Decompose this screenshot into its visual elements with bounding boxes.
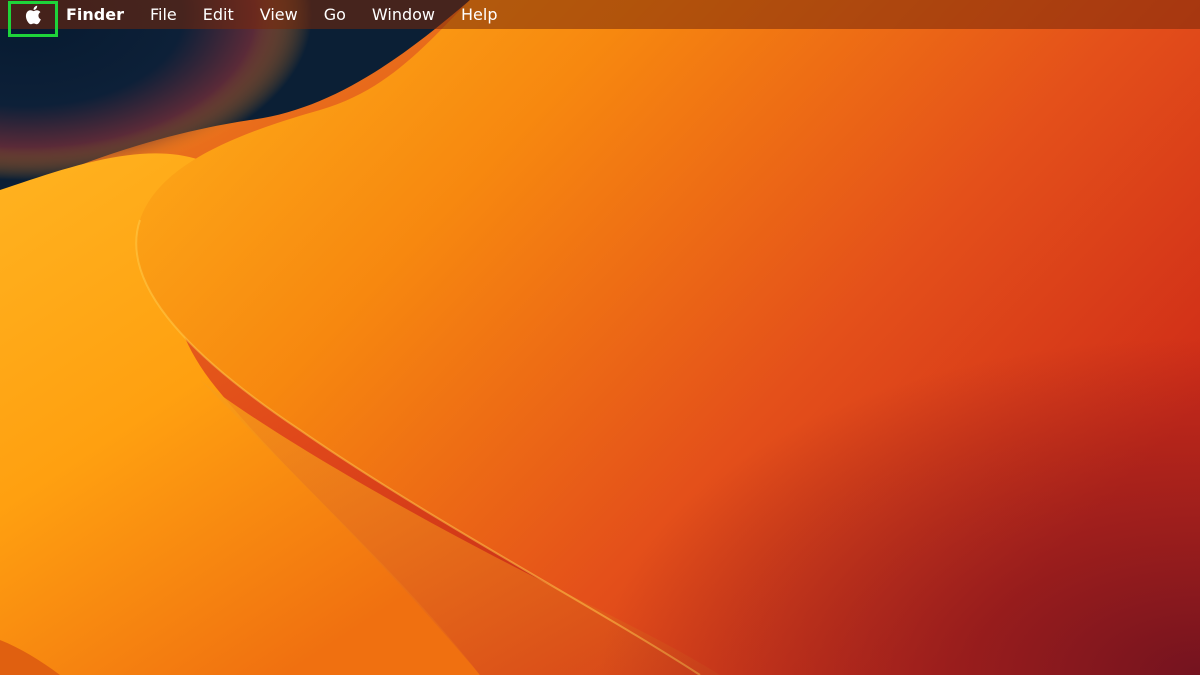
menu-app-name-finder[interactable]: Finder <box>58 0 137 29</box>
apple-logo-icon <box>25 5 41 24</box>
menu-bar: Finder File Edit View Go Window Help <box>0 0 1200 29</box>
menu-window[interactable]: Window <box>359 0 448 29</box>
menu-view[interactable]: View <box>247 0 311 29</box>
menu-help[interactable]: Help <box>448 0 510 29</box>
menu-go[interactable]: Go <box>311 0 359 29</box>
desktop-wallpaper <box>0 0 1200 675</box>
wallpaper-art <box>0 0 1200 675</box>
menu-edit[interactable]: Edit <box>190 0 247 29</box>
apple-menu-button[interactable] <box>8 0 58 29</box>
menu-file[interactable]: File <box>137 0 190 29</box>
